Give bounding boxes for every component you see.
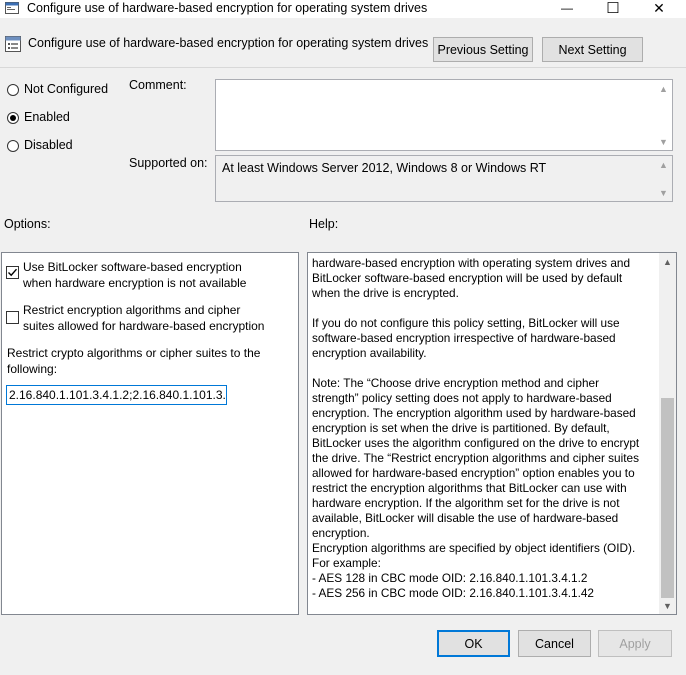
supported-scrollbar[interactable]: ▲ ▼ (655, 156, 672, 201)
restrict-algorithms-checkbox[interactable] (6, 311, 19, 324)
policy-window-icon (5, 2, 19, 14)
previous-setting-button[interactable]: Previous Setting (433, 37, 533, 62)
ok-button[interactable]: OK (437, 630, 510, 657)
options-panel: Use BitLocker software-based encryption … (1, 252, 299, 615)
scroll-down-icon[interactable]: ▼ (655, 184, 672, 201)
help-line: allowed for hardware-based encryption” o… (312, 466, 635, 480)
restrict-algorithms-label-line2: suites allowed for hardware-based encryp… (23, 319, 265, 333)
restrict-crypto-value: 2.16.840.1.101.3.4.1.2;2.16.840.1.101.3.… (9, 388, 227, 402)
maximize-button[interactable]: ☐ (590, 0, 636, 17)
help-label: Help: (309, 217, 339, 231)
title-bar: Configure use of hardware-based encrypti… (0, 0, 686, 18)
help-panel: hardware-based encryption with operating… (307, 252, 677, 615)
help-line: Encryption algorithms are specified by o… (312, 541, 636, 555)
supported-on-value: At least Windows Server 2012, Windows 8 … (222, 161, 547, 175)
software-encryption-label[interactable]: Use BitLocker software-based encryption … (23, 259, 246, 291)
disabled-label[interactable]: Disabled (24, 138, 73, 153)
help-line: If you do not configure this policy sett… (312, 316, 620, 330)
software-encryption-label-line2: when hardware encryption is not availabl… (23, 276, 247, 290)
help-line: BitLocker software-based encryption will… (312, 271, 623, 285)
help-line: the drive. The “Restrict encryption algo… (312, 451, 639, 465)
help-line: For example: (312, 556, 381, 570)
next-setting-button[interactable]: Next Setting (542, 37, 643, 62)
help-line: encryption. (312, 526, 370, 540)
restrict-crypto-label: Restrict crypto algorithms or cipher sui… (7, 345, 260, 377)
help-line: strength” policy setting does not apply … (312, 391, 612, 405)
window-title: Configure use of hardware-based encrypti… (27, 1, 428, 15)
restrict-crypto-label-line1: Restrict crypto algorithms or cipher sui… (7, 346, 261, 360)
scroll-up-icon[interactable]: ▲ (655, 80, 672, 97)
apply-button[interactable]: Apply (598, 630, 672, 657)
checkmark-icon (8, 268, 18, 277)
help-line: when the drive is encrypted. (312, 286, 459, 300)
help-scrollbar[interactable]: ▲ ▼ (659, 253, 676, 614)
close-button[interactable]: ✕ (636, 0, 682, 16)
header-divider (0, 67, 686, 68)
supported-on-box: At least Windows Server 2012, Windows 8 … (215, 155, 673, 202)
software-encryption-label-line1: Use BitLocker software-based encryption (23, 260, 242, 274)
enabled-label[interactable]: Enabled (24, 110, 70, 125)
help-line (312, 361, 639, 376)
help-line: Note: The “Choose drive encryption metho… (312, 376, 600, 390)
scroll-up-icon[interactable]: ▲ (655, 156, 672, 173)
enabled-radio[interactable] (7, 112, 19, 124)
scroll-down-icon[interactable]: ▼ (655, 133, 672, 150)
restrict-algorithms-label-line1: Restrict encryption algorithms and ciphe… (23, 303, 241, 317)
options-label: Options: (4, 217, 51, 231)
help-line: available, BitLocker will disable the us… (312, 511, 619, 525)
software-encryption-checkbox[interactable] (6, 266, 19, 279)
help-line: BitLocker uses the algorithm configured … (312, 436, 640, 450)
minimize-button[interactable]: — (544, 0, 590, 16)
help-line: - AES 128 in CBC mode OID: 2.16.840.1.10… (312, 571, 588, 585)
close-icon: ✕ (653, 0, 665, 16)
scroll-down-icon[interactable]: ▼ (659, 597, 676, 614)
help-scroll-thumb[interactable] (661, 398, 674, 598)
help-line: restrict the encryption algorithms that … (312, 481, 627, 495)
help-line: encryption availability. (312, 346, 427, 360)
maximize-icon: ☐ (606, 0, 620, 17)
help-line: encryption. The encryption algorithm use… (312, 406, 636, 420)
restrict-crypto-label-line2: following: (7, 362, 58, 376)
help-line (312, 301, 639, 316)
minimize-icon: — (561, 1, 573, 15)
restrict-algorithms-label[interactable]: Restrict encryption algorithms and ciphe… (23, 302, 264, 334)
help-line: encryption is set when the drive is part… (312, 421, 610, 435)
help-line: software-based encryption irrespective o… (312, 331, 616, 345)
comment-scrollbar[interactable]: ▲ ▼ (655, 80, 672, 150)
radio-selected-dot (10, 115, 16, 121)
not-configured-radio[interactable] (7, 84, 19, 96)
not-configured-label[interactable]: Not Configured (24, 82, 108, 97)
comment-textarea[interactable]: ▲ ▼ (215, 79, 673, 151)
help-line: hardware-based encryption with operating… (312, 256, 631, 270)
help-line: hardware encryption. If the algorithm se… (312, 496, 620, 510)
scroll-up-icon[interactable]: ▲ (659, 253, 676, 270)
help-text: hardware-based encryption with operating… (312, 256, 639, 601)
setting-icon (5, 36, 21, 52)
setting-title: Configure use of hardware-based encrypti… (28, 36, 429, 50)
supported-on-label: Supported on: (129, 156, 208, 170)
help-line: - AES 256 in CBC mode OID: 2.16.840.1.10… (312, 586, 594, 600)
disabled-radio[interactable] (7, 140, 19, 152)
restrict-crypto-input[interactable]: 2.16.840.1.101.3.4.1.2;2.16.840.1.101.3.… (6, 385, 227, 405)
comment-label: Comment: (129, 78, 187, 92)
cancel-button[interactable]: Cancel (518, 630, 591, 657)
